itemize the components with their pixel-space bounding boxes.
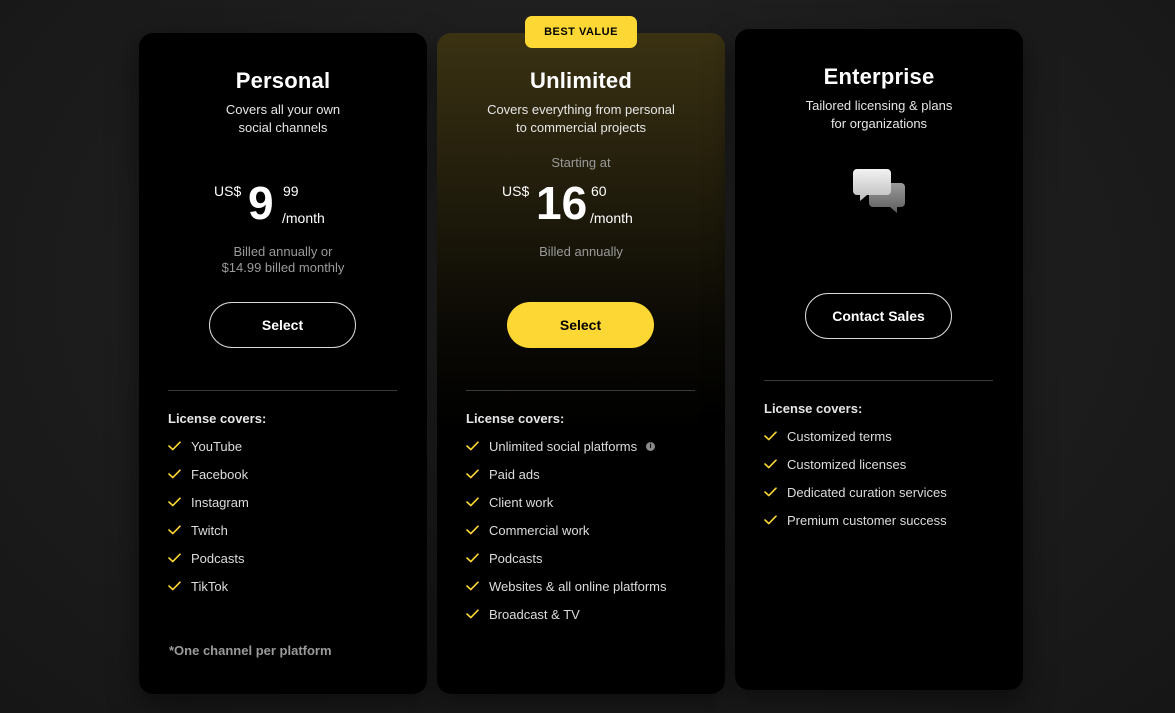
feature-list: Customized terms Customized licenses Dedic…: [764, 422, 1003, 534]
feature-label: Podcasts: [191, 550, 245, 566]
feature-item: Commercial work: [466, 516, 705, 544]
divider: [466, 390, 695, 391]
check-icon: [168, 553, 191, 563]
price-cents: 99: [283, 183, 299, 199]
price-period: /month: [590, 210, 633, 226]
check-icon: [466, 497, 489, 507]
price-period: /month: [282, 210, 325, 226]
check-icon: [168, 469, 191, 479]
feature-item: Premium customer success: [764, 506, 1003, 534]
feature-label: TikTok: [191, 578, 229, 594]
plan-subtitle-line: Covers everything from personal: [487, 102, 675, 117]
divider: [764, 380, 993, 381]
billing-line: $14.99 billed monthly: [221, 260, 345, 275]
feature-item: TikTok: [168, 572, 407, 600]
price-whole: 9: [248, 177, 274, 229]
plan-subtitle: Covers all your own social channels: [179, 101, 387, 137]
plan-subtitle-line: to commercial projects: [515, 120, 647, 135]
feature-label: Websites & all online platforms: [489, 578, 667, 594]
plan-subtitle-line: for organizations: [830, 116, 928, 131]
check-icon: [466, 609, 489, 619]
price-whole: 16: [536, 177, 588, 229]
feature-label: Commercial work: [489, 522, 590, 538]
plan-subtitle-line: Tailored licensing & plans: [805, 98, 953, 113]
billing-line: Billed annually or: [233, 244, 333, 259]
starting-at-label: Starting at: [551, 155, 611, 170]
feature-item: Twitch: [168, 516, 407, 544]
check-icon: [764, 515, 787, 525]
feature-item: Podcasts: [466, 544, 705, 572]
select-unlimited-button[interactable]: Select: [507, 302, 654, 348]
select-personal-button[interactable]: Select: [209, 302, 356, 348]
feature-label: Customized licenses: [787, 456, 907, 472]
price-currency: US$: [502, 183, 530, 199]
feature-item: Facebook: [168, 460, 407, 488]
feature-list: Unlimited social platforms i Paid ads Clien…: [466, 432, 705, 628]
check-icon: [466, 441, 489, 451]
check-icon: [168, 497, 191, 507]
feature-item: Customized terms: [764, 422, 1003, 450]
plan-subtitle-line: social channels: [238, 120, 328, 135]
feature-item: Unlimited social platforms i: [466, 432, 705, 460]
check-icon: [168, 525, 191, 535]
feature-label: Unlimited social platforms: [489, 438, 638, 454]
feature-label: Podcasts: [489, 550, 543, 566]
price: US$ 16 60 /month: [502, 177, 652, 237]
plan-title: Enterprise: [823, 64, 935, 89]
feature-item: Client work: [466, 488, 705, 516]
feature-label: Instagram: [191, 494, 249, 510]
best-value-badge: BEST VALUE: [525, 16, 637, 48]
check-icon: [764, 459, 787, 469]
check-icon: [168, 441, 191, 451]
feature-item: YouTube: [168, 432, 407, 460]
billing-note: Billed annually: [539, 244, 623, 259]
check-icon: [168, 581, 191, 591]
check-icon: [466, 581, 489, 591]
feature-item: Podcasts: [168, 544, 407, 572]
feature-label: Twitch: [191, 522, 228, 538]
feature-item: Websites & all online platforms: [466, 572, 705, 600]
feature-label: Broadcast & TV: [489, 606, 580, 622]
feature-label: Facebook: [191, 466, 249, 482]
plan-subtitle: Covers everything from personal to comme…: [457, 101, 705, 137]
price: US$ 9 99 /month: [214, 177, 344, 237]
price-currency: US$: [214, 183, 242, 199]
plan-card-personal: Personal Covers all your own social chan…: [139, 33, 427, 694]
license-covers-label: License covers:: [764, 401, 863, 416]
plan-card-enterprise: Enterprise Tailored licensing & plans fo…: [735, 29, 1023, 690]
feature-item: Customized licenses: [764, 450, 1003, 478]
plan-subtitle-line: Covers all your own: [225, 102, 341, 117]
feature-item: Instagram: [168, 488, 407, 516]
feature-list: YouTube Facebook Instagram Twitch Podcasts Ti…: [168, 432, 407, 600]
license-covers-label: License covers:: [466, 411, 565, 426]
chat-bubbles-icon: [853, 167, 907, 220]
price-cents: 60: [591, 183, 607, 199]
billing-note: Billed annually or $14.99 billed monthly: [139, 244, 427, 276]
divider: [168, 390, 397, 391]
feature-label: Dedicated curation services: [787, 484, 947, 500]
feature-label: Premium customer success: [787, 512, 947, 528]
check-icon: [466, 469, 489, 479]
check-icon: [764, 487, 787, 497]
contact-sales-button[interactable]: Contact Sales: [805, 293, 952, 339]
license-covers-label: License covers:: [168, 411, 267, 426]
plan-card-unlimited: Unlimited Covers everything from persona…: [437, 33, 725, 694]
plan-title: Personal: [235, 68, 331, 93]
feature-label: Paid ads: [489, 466, 540, 482]
check-icon: [466, 553, 489, 563]
check-icon: [764, 431, 787, 441]
feature-item: Dedicated curation services: [764, 478, 1003, 506]
plan-title: Unlimited: [529, 68, 633, 93]
check-icon: [466, 525, 489, 535]
info-icon[interactable]: i: [646, 441, 656, 451]
feature-label: Customized terms: [787, 428, 892, 444]
footnote: *One channel per platform: [169, 643, 332, 658]
feature-label: YouTube: [191, 438, 243, 454]
feature-item: Broadcast & TV: [466, 600, 705, 628]
plan-subtitle: Tailored licensing & plans for organizat…: [775, 97, 983, 133]
feature-item: Paid ads: [466, 460, 705, 488]
feature-label: Client work: [489, 494, 554, 510]
